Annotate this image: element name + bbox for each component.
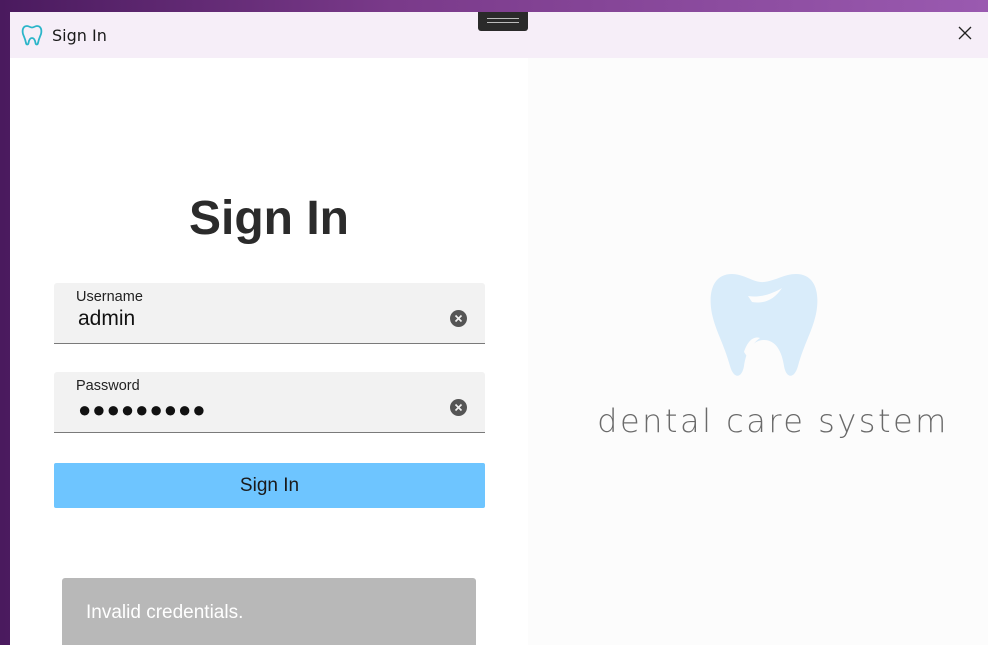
brand-panel: dental care system <box>528 58 988 645</box>
close-icon <box>958 26 972 45</box>
username-field[interactable]: Username <box>54 283 485 344</box>
error-message: Invalid credentials. <box>86 602 244 623</box>
close-button[interactable] <box>942 12 988 58</box>
snap-layout-handle[interactable] <box>478 12 528 31</box>
password-field[interactable]: Password ●●●●●●●●● <box>54 372 485 433</box>
tooth-logo-icon <box>704 266 824 388</box>
brand-name: dental care system <box>597 402 949 440</box>
signin-button[interactable]: Sign In <box>54 463 485 508</box>
title-bar[interactable]: Sign In <box>10 12 988 58</box>
username-input[interactable] <box>78 307 438 331</box>
window-title: Sign In <box>52 26 107 45</box>
page-title: Sign In <box>189 192 349 245</box>
clear-password-button[interactable] <box>450 399 467 416</box>
signin-window: Sign In Sign In Username Password ●●●●●●… <box>10 12 988 645</box>
tooth-icon <box>20 23 44 47</box>
password-label: Password <box>76 378 140 394</box>
username-label: Username <box>76 289 143 305</box>
clear-username-button[interactable] <box>450 310 467 327</box>
signin-form-pane: Sign In Username Password ●●●●●●●●● Sign… <box>10 58 528 645</box>
error-toast: Invalid credentials. <box>62 578 476 645</box>
brand-pane: dental care system <box>528 58 988 645</box>
password-input[interactable]: ●●●●●●●●● <box>78 397 438 423</box>
clear-icon <box>454 403 463 412</box>
clear-icon <box>454 314 463 323</box>
